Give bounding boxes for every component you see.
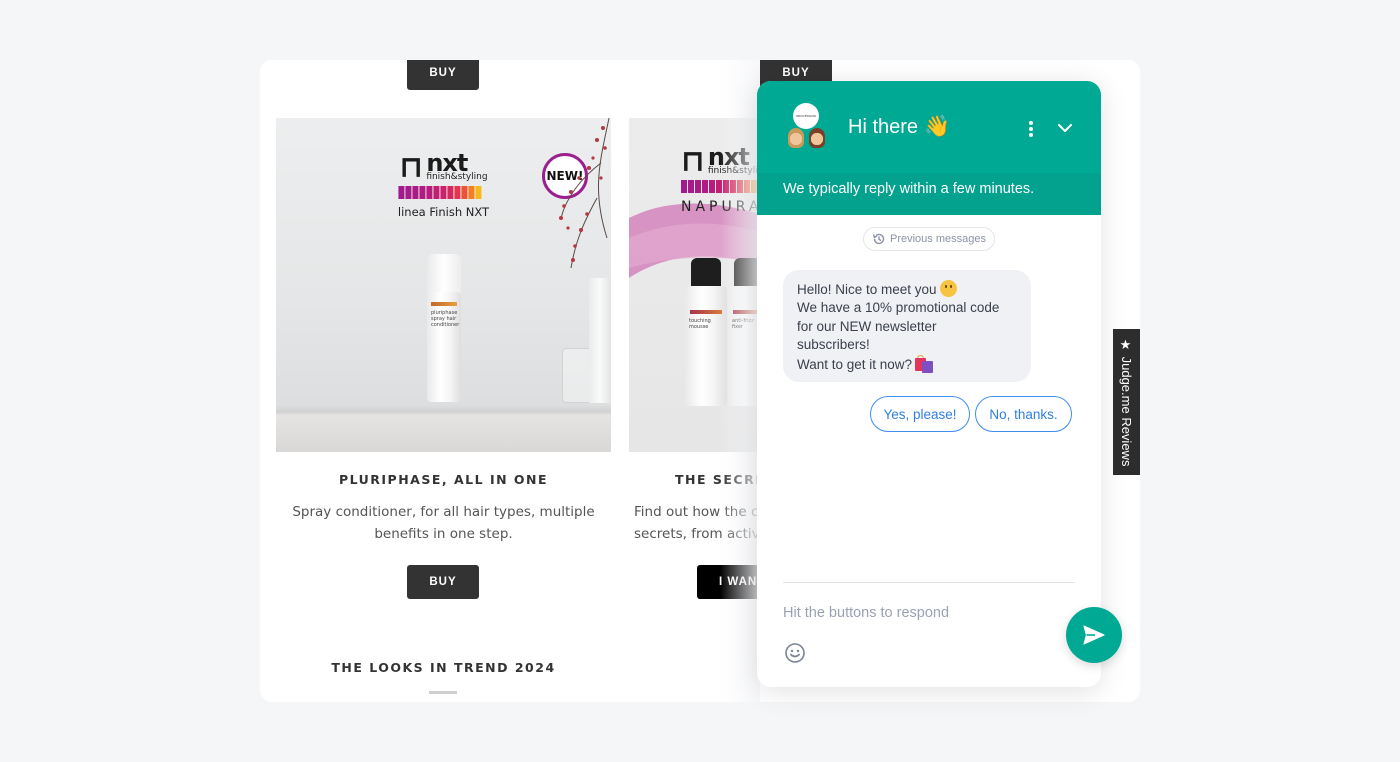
color-bar-segment: [397, 186, 404, 199]
buy-button-top-1[interactable]: BUY: [407, 60, 479, 90]
send-icon: [1083, 625, 1105, 645]
color-bar-segment: [446, 186, 453, 199]
color-bar-segment: [404, 186, 411, 199]
logo-tagline: finish&styling: [426, 172, 488, 182]
brand-avatar: PROCESSION: [793, 103, 819, 129]
agent-avatar-1: [788, 128, 804, 148]
product-image-pluriphase[interactable]: ⊓ nxt finish&styling linea Finish NXT NE…: [276, 118, 611, 452]
color-bar-segment: [681, 180, 687, 193]
judge-me-reviews-tab[interactable]: ★ Judge.me Reviews: [1113, 329, 1140, 475]
product-bottle: pluriphase spray hair conditioner: [427, 292, 461, 402]
no-thanks-button[interactable]: No, thanks.: [975, 396, 1072, 432]
reply-time-text: We typically reply within a few minutes.: [783, 181, 1035, 197]
product-description-1: Spray conditioner, for all hair types, m…: [292, 504, 595, 542]
color-bar-segment: [709, 180, 715, 193]
color-bar-segment: [474, 186, 481, 199]
color-bar-segment: [688, 180, 694, 193]
more-options-icon[interactable]: [1025, 119, 1037, 139]
bottle-cap: [427, 254, 461, 294]
color-bar-segment: [460, 186, 467, 199]
color-bar-segment: [425, 186, 432, 199]
color-bar-segment: [418, 186, 425, 199]
input-divider: [783, 582, 1075, 583]
shopping-bags-icon: [915, 354, 935, 373]
logo-mark: ⊓: [399, 150, 423, 185]
emoji-picker-icon[interactable]: [784, 642, 806, 664]
send-button[interactable]: [1066, 607, 1122, 663]
history-icon: [872, 233, 885, 245]
section-underline: [429, 691, 457, 694]
chat-widget: PROCESSION Hi there 👋 We typically reply …: [757, 81, 1101, 687]
previous-messages-button[interactable]: Previous messages: [863, 227, 995, 251]
yes-please-button[interactable]: Yes, please!: [870, 396, 970, 432]
color-bar-segment: [453, 186, 460, 199]
chat-title: Hi there 👋: [848, 115, 951, 138]
smiley-emoji-icon: [939, 280, 957, 297]
message-input[interactable]: [783, 601, 1053, 625]
bottle-decoration: [589, 278, 611, 403]
buy-button-1[interactable]: BUY: [407, 565, 479, 599]
color-bar-segment: [411, 186, 418, 199]
logo-line-name: linea Finish NXT: [397, 205, 490, 219]
agent-avatar-2: [809, 128, 825, 148]
color-bar-segment: [432, 186, 439, 199]
chevron-down-icon[interactable]: [1056, 121, 1074, 135]
glass-jar-decoration: [562, 348, 592, 403]
overlay-fade: [720, 60, 760, 702]
logo-brand: nxt: [426, 149, 468, 177]
color-bar-segment: [439, 186, 446, 199]
logo-color-bar: [397, 186, 489, 199]
nxt-logo: ⊓ nxt finish&styling linea Finish NXT: [397, 149, 490, 219]
bot-message-bubble: Hello! Nice to meet you We have a 10% pr…: [783, 270, 1031, 382]
color-bar-segment: [695, 180, 701, 193]
section-title: THE LOOKS IN TREND 2024: [331, 660, 556, 675]
color-bar-segment: [702, 180, 708, 193]
waving-hand-icon: 👋: [924, 115, 951, 138]
product-title-1: PLURIPHASE, ALL IN ONE: [338, 472, 549, 487]
header-wave: [757, 205, 1101, 215]
color-bar-segment: [467, 186, 474, 199]
